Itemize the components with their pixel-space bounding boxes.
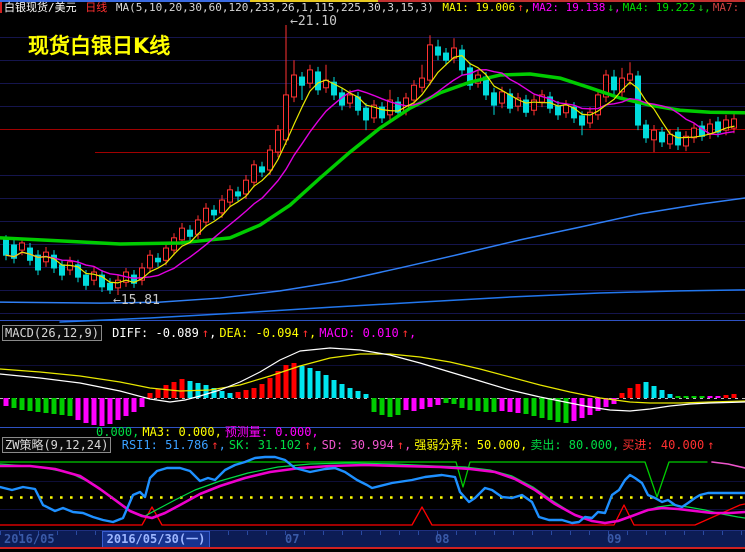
- axis-month-label: 08: [435, 532, 449, 546]
- chart-canvas[interactable]: [0, 0, 745, 552]
- macd-histogram: [4, 363, 737, 426]
- forecast-line: [712, 462, 745, 468]
- sd-line: [0, 465, 745, 523]
- macd-indicator-row: MACD(26,12,9) DIFF: -0.089↑,DEA: -0.094↑…: [2, 327, 422, 340]
- indicator-segment: 预测量: 0.000,: [225, 425, 319, 439]
- up-arrow-icon: ↑: [397, 438, 404, 452]
- indicator-segment: DIFF: -0.089: [112, 326, 199, 340]
- high-price-annotation: ←21.10: [290, 14, 337, 29]
- separator: ,: [404, 438, 411, 452]
- axis-month-label-start: 2016/05: [4, 532, 55, 546]
- indicator-segment: 强弱分界: 50.000,: [414, 438, 527, 452]
- ma233-line: [60, 290, 745, 322]
- rsi-line: [0, 457, 745, 523]
- chart-watermark-title: 现货白银日K线: [28, 30, 170, 60]
- window-bottom-border: [0, 547, 745, 549]
- separator: ,: [409, 326, 416, 340]
- sell-level-line: [0, 462, 707, 497]
- dea-line: [0, 354, 745, 403]
- indicator-segment: 卖出: 80.000,: [530, 438, 619, 452]
- indicator-segment: DEA: -0.094: [219, 326, 298, 340]
- sk-line: [0, 463, 745, 523]
- candlestick-series: [4, 25, 737, 295]
- separator: ,: [219, 438, 226, 452]
- low-price-annotation: ←15.81: [113, 293, 160, 308]
- up-arrow-icon: ↑: [402, 326, 409, 340]
- up-arrow-icon: ↑: [211, 438, 218, 452]
- selected-date-box[interactable]: 2016/05/30(一): [102, 531, 210, 548]
- up-arrow-icon: ↑: [202, 326, 209, 340]
- macd-label[interactable]: MACD(26,12,9): [2, 325, 102, 341]
- indicator-segment: RSI1: 51.786: [122, 438, 209, 452]
- up-arrow-icon: ↑: [707, 438, 714, 452]
- indicator-segment: 买进: 40.000: [622, 438, 704, 452]
- zw-strategy-label[interactable]: ZW策略(9,12,24): [2, 437, 111, 453]
- indicator-segment: MA3: 0.000,: [142, 425, 221, 439]
- axis-month-label: 09: [607, 532, 621, 546]
- zw-indicator-row: ZW策略(9,12,24) RSI1: 51.786↑,SK: 31.102↑,…: [2, 439, 717, 452]
- up-arrow-icon: ↑: [302, 326, 309, 340]
- indicator-segment: SD: 30.994: [322, 438, 394, 452]
- separator: ,: [309, 326, 316, 340]
- trading-app-window: 白银现货/美元 日线 MA(5,10,20,30,60,120,233,26,1…: [0, 0, 745, 552]
- separator: ,: [209, 326, 216, 340]
- zw-values-readout: RSI1: 51.786↑,SK: 31.102↑,SD: 30.994↑,强弱…: [122, 438, 715, 452]
- ma10-line: [6, 70, 734, 279]
- separator: ,: [311, 438, 318, 452]
- time-axis-bar[interactable]: 2016/05 2016/05/30(一) 07 08 09: [0, 531, 745, 547]
- macd-values-readout: DIFF: -0.089↑,DEA: -0.094↑,MACD: 0.010↑,: [112, 326, 419, 340]
- indicator-segment: SK: 31.102: [229, 438, 301, 452]
- indicator-segment: MACD: 0.010: [319, 326, 398, 340]
- axis-month-label: 07: [285, 532, 299, 546]
